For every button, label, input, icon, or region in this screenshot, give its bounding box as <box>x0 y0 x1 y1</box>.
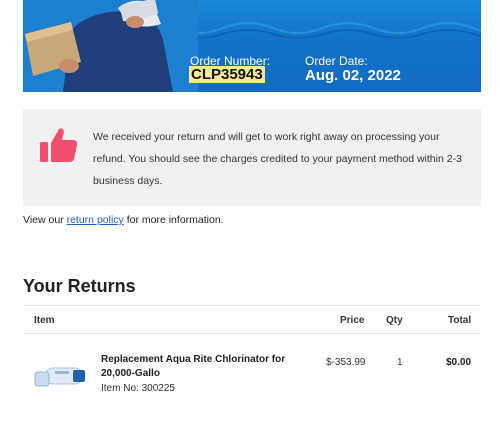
policy-line: View our return policy for more informat… <box>23 214 224 226</box>
column-header-item: Item <box>34 315 55 326</box>
thumbs-up-icon <box>40 128 78 162</box>
product-qty: 1 <box>397 357 403 368</box>
header-divider <box>23 333 481 334</box>
returns-title: Your Returns <box>23 276 136 296</box>
return-message-box: We received your return and will get to … <box>23 109 481 206</box>
column-header-price: Price <box>340 315 365 326</box>
product-price: $-353.99 <box>326 357 366 368</box>
return-message-text: We received your return and will get to … <box>93 131 462 187</box>
delivery-person-image <box>23 0 198 92</box>
order-date: Aug. 02, 2022 <box>305 67 401 84</box>
order-number: CLP35943 <box>189 66 265 83</box>
product-item-number: Item No: 300225 <box>101 383 175 394</box>
policy-prefix: View our <box>23 214 67 226</box>
policy-suffix: for more information. <box>123 214 224 226</box>
product-total: $0.00 <box>446 357 472 368</box>
returns-title-divider <box>23 305 481 306</box>
column-header-total: Total <box>448 315 472 326</box>
product-name: Replacement Aqua Rite Chlorinator for 20… <box>101 354 286 379</box>
order-date-label: Order Date: <box>305 54 368 68</box>
return-policy-link[interactable]: return policy <box>67 214 124 226</box>
column-header-qty: Qty <box>386 315 403 326</box>
product-image <box>34 367 85 387</box>
order-banner: Order Number: CLP35943 Order Date: Aug. … <box>23 0 481 92</box>
